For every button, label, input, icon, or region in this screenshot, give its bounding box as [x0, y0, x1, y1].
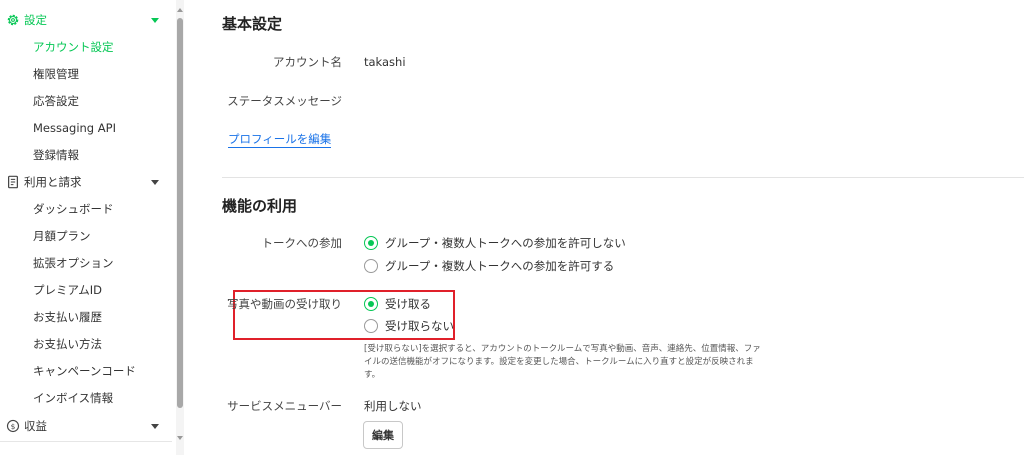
- radio-button[interactable]: [364, 319, 378, 333]
- service-menu-value: 利用しない: [364, 399, 422, 413]
- media-option-receive[interactable]: 受け取る: [364, 296, 431, 312]
- sidebar-item-campaign-code[interactable]: キャンペーンコード: [0, 358, 172, 385]
- talk-participation-label: トークへの参加: [261, 236, 343, 250]
- sidebar-item-label: Messaging API: [33, 121, 116, 135]
- radio-label: 受け取らない: [385, 319, 454, 333]
- section-divider: [222, 177, 1024, 178]
- sidebar-group-billing[interactable]: 利用と請求: [0, 169, 172, 196]
- sidebar-item-label: 拡張オプション: [33, 256, 114, 270]
- sidebar: 設定 アカウント設定 権限管理 応答設定 Messaging API 登録情報 …: [0, 0, 176, 455]
- sidebar-item-label: プレミアムID: [33, 283, 102, 297]
- status-message-label: ステータスメッセージ: [227, 94, 342, 108]
- sidebar-item-label: アカウント設定: [33, 40, 114, 54]
- sidebar-item-monthly-plan[interactable]: 月額プラン: [0, 223, 172, 250]
- main-content: 基本設定 アカウント名 takashi ステータスメッセージ プロフィールを編集…: [186, 0, 1024, 455]
- radio-label: グループ・複数人トークへの参加を許可する: [385, 259, 615, 273]
- svg-text:$: $: [11, 422, 16, 431]
- sidebar-item-messaging-api[interactable]: Messaging API: [0, 115, 172, 142]
- section-title-basic: 基本設定: [222, 15, 283, 33]
- sidebar-item-label: ダッシュボード: [33, 202, 114, 216]
- coin-icon: $: [6, 419, 20, 433]
- sidebar-item-extension-options[interactable]: 拡張オプション: [0, 250, 172, 277]
- edit-button[interactable]: 編集: [363, 421, 403, 449]
- account-name-label: アカウント名: [273, 55, 342, 69]
- sidebar-item-label: お支払い方法: [33, 337, 102, 351]
- sidebar-group-label: 収益: [24, 419, 47, 433]
- sidebar-item-payment-history[interactable]: お支払い履歴: [0, 304, 172, 331]
- sidebar-item-registration-info[interactable]: 登録情報: [0, 142, 172, 169]
- service-menu-label: サービスメニューバー: [227, 399, 342, 413]
- scroll-down-arrow-icon[interactable]: [177, 436, 183, 440]
- media-note: [受け取らない]を選択すると、アカウントのトークルームで写真や動画、音声、連絡先…: [364, 344, 761, 380]
- sidebar-item-invoice-info[interactable]: インボイス情報: [0, 385, 172, 412]
- talk-option-allow[interactable]: グループ・複数人トークへの参加を許可する: [364, 258, 614, 274]
- sidebar-divider: [0, 441, 172, 442]
- sidebar-group-revenue[interactable]: $ 収益: [0, 413, 172, 440]
- sidebar-group-settings[interactable]: 設定: [0, 7, 172, 34]
- chevron-down-icon: [151, 424, 159, 429]
- chevron-down-icon: [151, 180, 159, 185]
- media-option-not-receive[interactable]: 受け取らない: [364, 318, 454, 334]
- sidebar-group-label: 利用と請求: [24, 175, 82, 189]
- account-name-value: takashi: [364, 55, 406, 69]
- radio-button[interactable]: [364, 236, 378, 250]
- sidebar-item-label: 登録情報: [33, 148, 79, 162]
- radio-button[interactable]: [364, 297, 378, 311]
- sidebar-item-account-settings[interactable]: アカウント設定: [0, 34, 172, 61]
- talk-option-disallow[interactable]: グループ・複数人トークへの参加を許可しない: [364, 235, 626, 251]
- radio-label: 受け取る: [385, 297, 431, 311]
- sidebar-item-label: インボイス情報: [33, 391, 114, 405]
- sidebar-item-response-settings[interactable]: 応答設定: [0, 88, 172, 115]
- sidebar-item-permissions[interactable]: 権限管理: [0, 61, 172, 88]
- scroll-up-arrow-icon[interactable]: [177, 8, 183, 12]
- sidebar-item-dashboard[interactable]: ダッシュボード: [0, 196, 172, 223]
- radio-label: グループ・複数人トークへの参加を許可しない: [385, 236, 626, 250]
- sidebar-item-label: 月額プラン: [33, 229, 91, 243]
- sidebar-item-label: 権限管理: [33, 67, 79, 81]
- sidebar-group-label: 設定: [24, 13, 47, 27]
- edit-profile-link[interactable]: プロフィールを編集: [228, 131, 332, 148]
- sidebar-item-premium-id[interactable]: プレミアムID: [0, 277, 172, 304]
- media-receive-label: 写真や動画の受け取り: [227, 297, 342, 311]
- chevron-down-icon: [151, 18, 159, 23]
- sidebar-item-payment-method[interactable]: お支払い方法: [0, 331, 172, 358]
- section-title-features: 機能の利用: [222, 197, 298, 215]
- gear-icon: [7, 14, 19, 26]
- sidebar-item-label: 応答設定: [33, 94, 79, 108]
- receipt-icon: [8, 175, 18, 189]
- sidebar-item-label: お支払い履歴: [33, 310, 102, 324]
- radio-button[interactable]: [364, 259, 378, 273]
- sidebar-item-label: キャンペーンコード: [33, 364, 136, 378]
- scrollbar-thumb[interactable]: [177, 18, 183, 408]
